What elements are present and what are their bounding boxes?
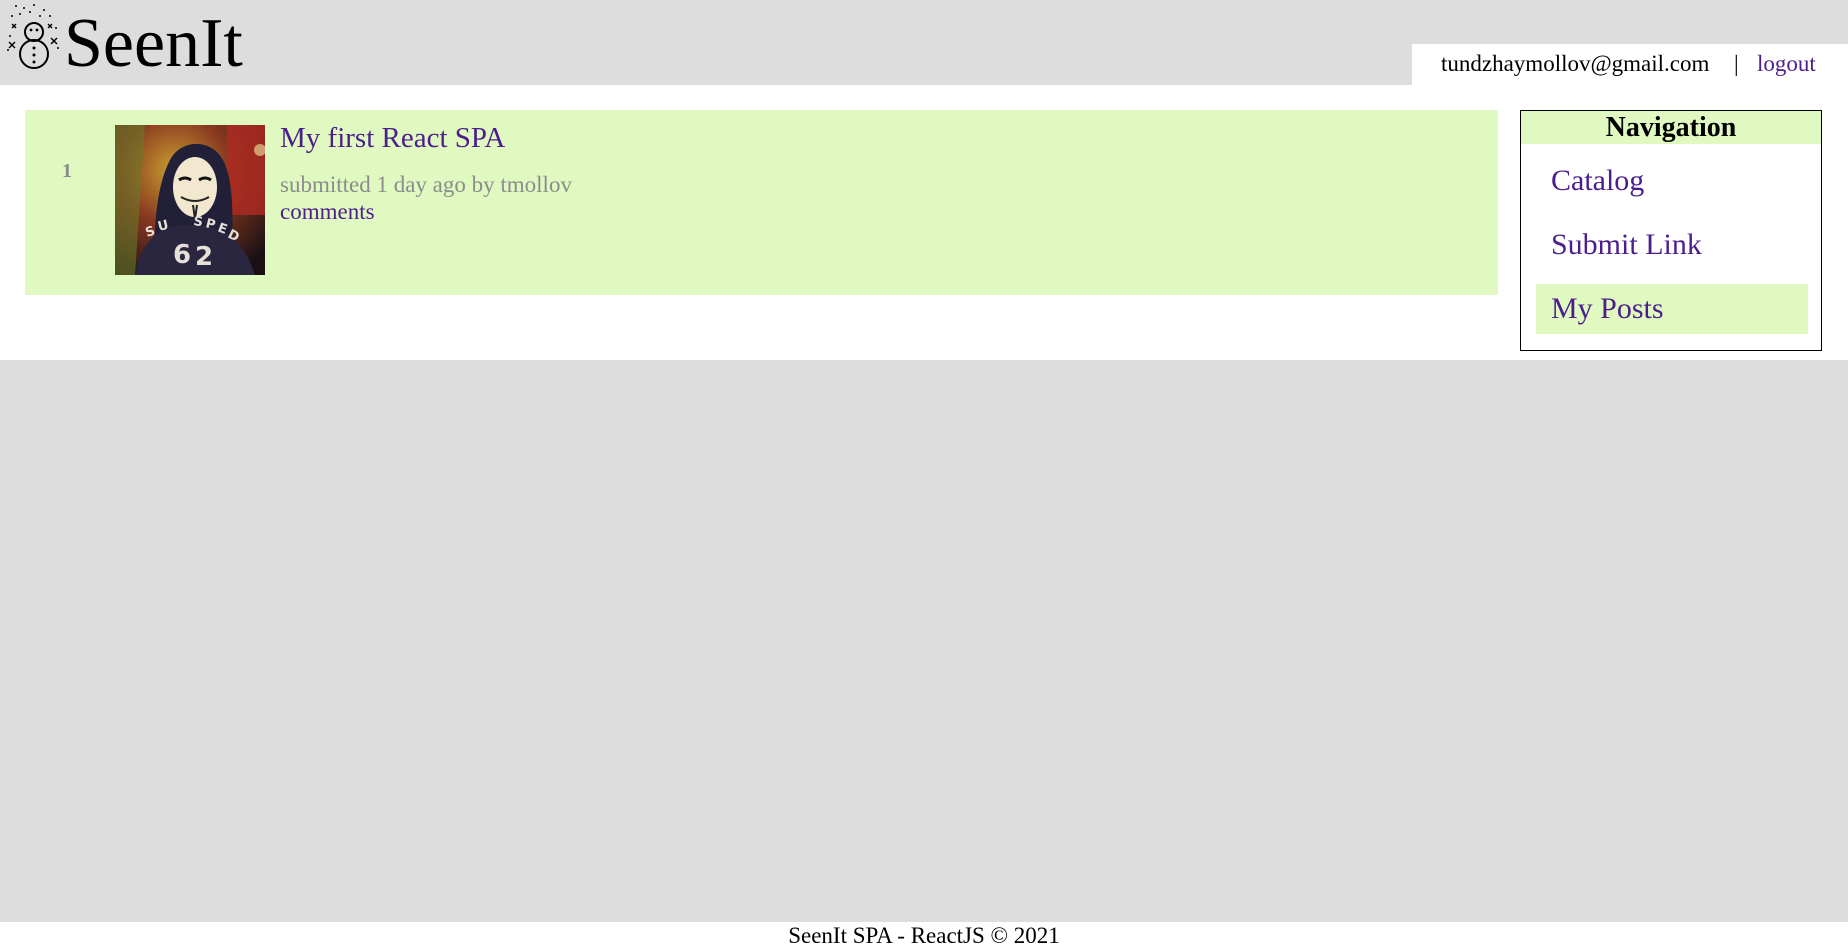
post-meta: submitted 1 day ago by tmollov (280, 172, 572, 197)
navigation-panel: Navigation Catalog Submit Link My Posts (1520, 110, 1822, 351)
user-box: tundzhaymollov@gmail.com | logout (1412, 44, 1848, 85)
header: SeenIt tundzhaymollov@gmail.com | logout (0, 0, 1848, 85)
svg-text:2: 2 (195, 242, 213, 272)
user-email: tundzhaymollov@gmail.com (1441, 51, 1710, 76)
post-title-link[interactable]: My first React SPA (280, 122, 505, 155)
nav-item-submit-link[interactable]: Submit Link (1536, 220, 1808, 270)
post-rank: 1 (62, 160, 72, 182)
svg-text:6: 6 (173, 240, 191, 270)
nav-item-my-posts[interactable]: My Posts (1536, 284, 1808, 334)
post-thumbnail[interactable]: S U S P E D 6 2 (115, 125, 265, 275)
post-item: 1 S U S P E D 6 2 My first React SPA sub… (25, 110, 1498, 295)
nav-item-catalog[interactable]: Catalog (1536, 156, 1808, 206)
snowman-icon (4, 2, 62, 70)
footer: SeenIt SPA - ReactJS © 2021 (0, 922, 1848, 949)
navigation-title: Navigation (1521, 111, 1821, 144)
logout-link[interactable]: logout (1757, 44, 1816, 84)
brand-title: SeenIt (64, 5, 243, 82)
separator: | (1734, 51, 1739, 76)
post-comments-link[interactable]: comments (280, 199, 375, 225)
main-content: 1 S U S P E D 6 2 My first React SPA sub… (0, 85, 1848, 360)
page: SeenIt tundzhaymollov@gmail.com | logout… (0, 0, 1848, 949)
